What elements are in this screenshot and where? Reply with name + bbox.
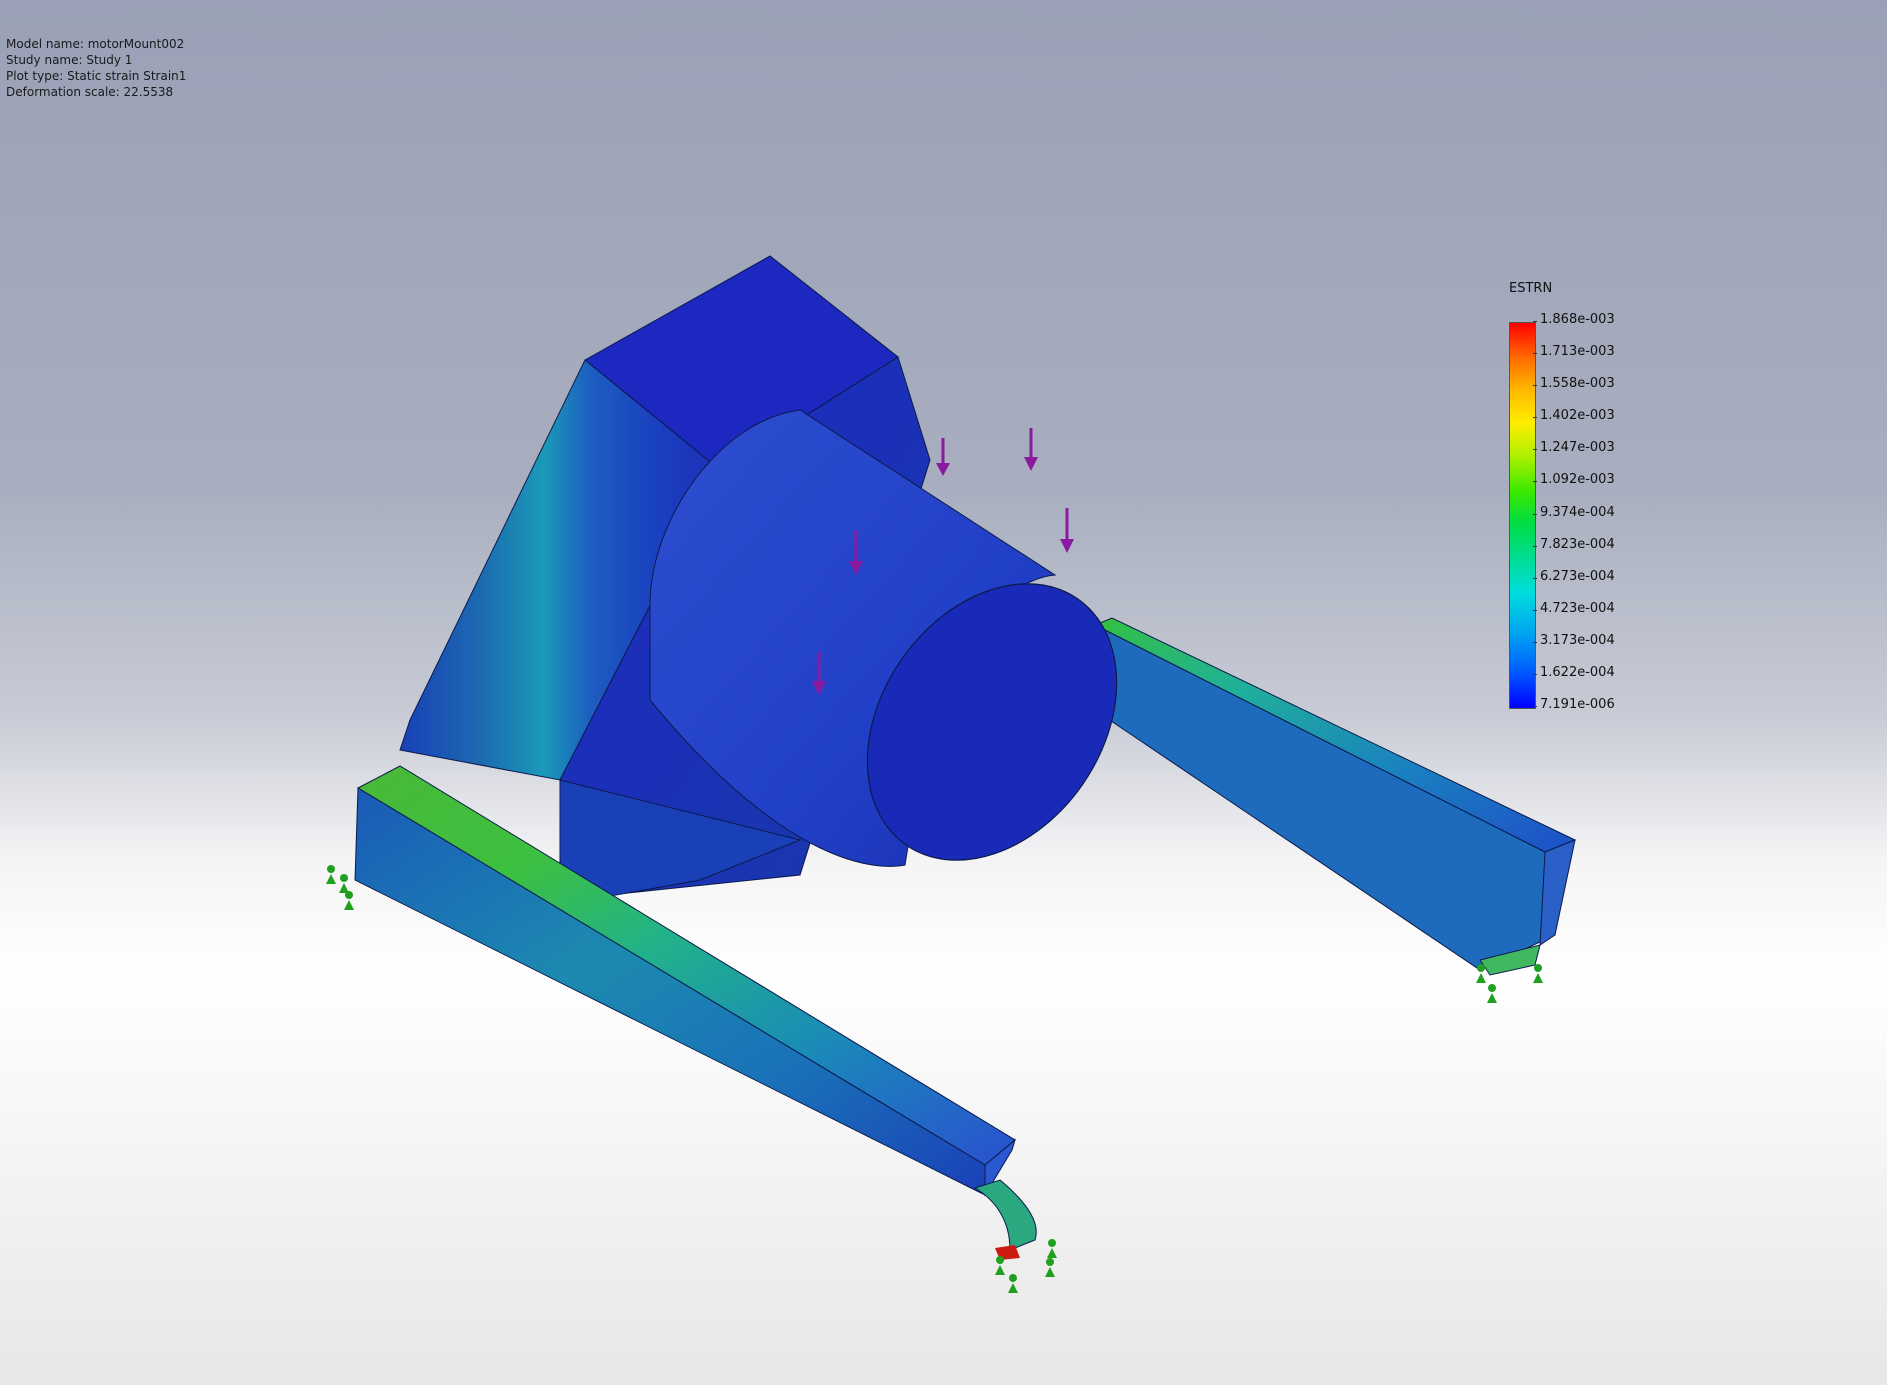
legend-value-label: 1.622e-004	[1533, 664, 1615, 680]
load-arrow-icon	[1060, 508, 1074, 553]
fixture-icon	[339, 874, 349, 893]
legend-title: ESTRN	[1509, 281, 1553, 296]
fixture-group-left	[326, 865, 354, 910]
legend-value-label: 4.723e-004	[1533, 600, 1615, 616]
fixture-icon	[1533, 964, 1543, 983]
fixture-icon	[1476, 964, 1486, 983]
legend-value-label: 1.247e-003	[1533, 440, 1615, 456]
legend-labels: 1.868e-003 1.713e-003 1.558e-003 1.402e-003…	[1533, 312, 1640, 722]
strain-color-legend: ESTRN 1.868e-003 1.713e-003 1.558e-003 1.40…	[1500, 277, 1640, 717]
legend-value-label: 7.823e-004	[1533, 536, 1615, 552]
legend-color-bar	[1509, 322, 1536, 709]
legend-value-label: 1.713e-003	[1533, 344, 1615, 360]
legend-value-label: 3.173e-004	[1533, 632, 1615, 648]
fixture-icon	[1008, 1274, 1018, 1293]
legend-value-label: 1.558e-003	[1533, 376, 1615, 392]
legend-value-label: 9.374e-004	[1533, 504, 1615, 520]
fixture-icon	[344, 891, 354, 910]
fixture-icon	[326, 865, 336, 884]
legend-value-label: 6.273e-004	[1533, 568, 1615, 584]
fea-viewport[interactable]: Model name: motorMount002 Study name: St…	[0, 0, 1887, 1385]
fixture-icon	[1047, 1239, 1057, 1258]
load-arrow-icon	[1024, 428, 1038, 471]
fixture-icon	[1045, 1258, 1055, 1277]
fixture-icon	[1487, 984, 1497, 1003]
legend-value-label: 1.092e-003	[1533, 472, 1615, 488]
fixture-icon	[995, 1256, 1005, 1275]
legend-value-label: 1.868e-003	[1533, 312, 1615, 327]
legend-value-label: 1.402e-003	[1533, 408, 1615, 424]
legend-value-label: 7.191e-006	[1533, 697, 1615, 712]
load-arrow-icon	[936, 438, 950, 476]
